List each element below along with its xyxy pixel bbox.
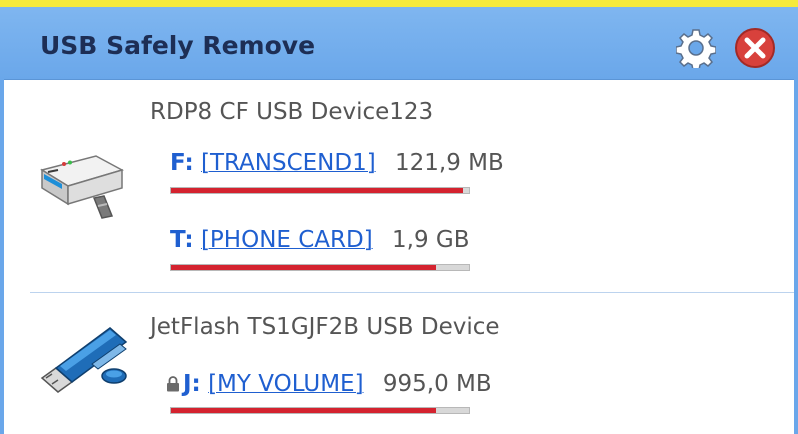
volume-size: 1,9 GB [392,227,470,253]
volume-size: 121,9 MB [395,150,504,176]
volume-label: [MY VOLUME] [208,371,364,397]
volume-size: 995,0 MB [382,371,492,397]
volume-letter: J: [183,371,201,397]
usage-bar-fill [171,188,464,193]
lock-icon [167,376,179,392]
volume-letter: T: [170,227,194,253]
usage-bar [170,187,470,194]
usage-bar [170,264,470,271]
volume-label: [TRANSCEND1] [200,150,376,176]
usage-bar-fill [171,408,437,413]
volume-label: [PHONE CARD] [200,227,373,253]
top-accent-strip [0,0,798,7]
volume-link-t[interactable]: T: [PHONE CARD] 1,9 GB [170,227,470,253]
device-name: JetFlash TS1GJF2B USB Device [150,314,500,340]
close-icon[interactable] [734,27,776,69]
card-reader-icon [40,155,124,219]
panel-left-border [0,79,4,434]
gear-icon[interactable] [676,28,716,68]
device-name: RDP8 CF USB Device123 [150,99,434,125]
volume-link-j[interactable]: J: [MY VOLUME] 995,0 MB [166,371,492,397]
device-separator [30,292,794,293]
panel-right-border [794,79,798,434]
volume-letter: F: [170,150,194,176]
app-title: USB Safely Remove [40,31,316,60]
usage-bar-fill [171,265,437,270]
volume-link-f[interactable]: F: [TRANSCEND1] 121,9 MB [170,150,504,176]
usb-flash-drive-icon [40,327,128,393]
usage-bar [170,407,470,414]
title-bar: USB Safely Remove [0,7,798,80]
